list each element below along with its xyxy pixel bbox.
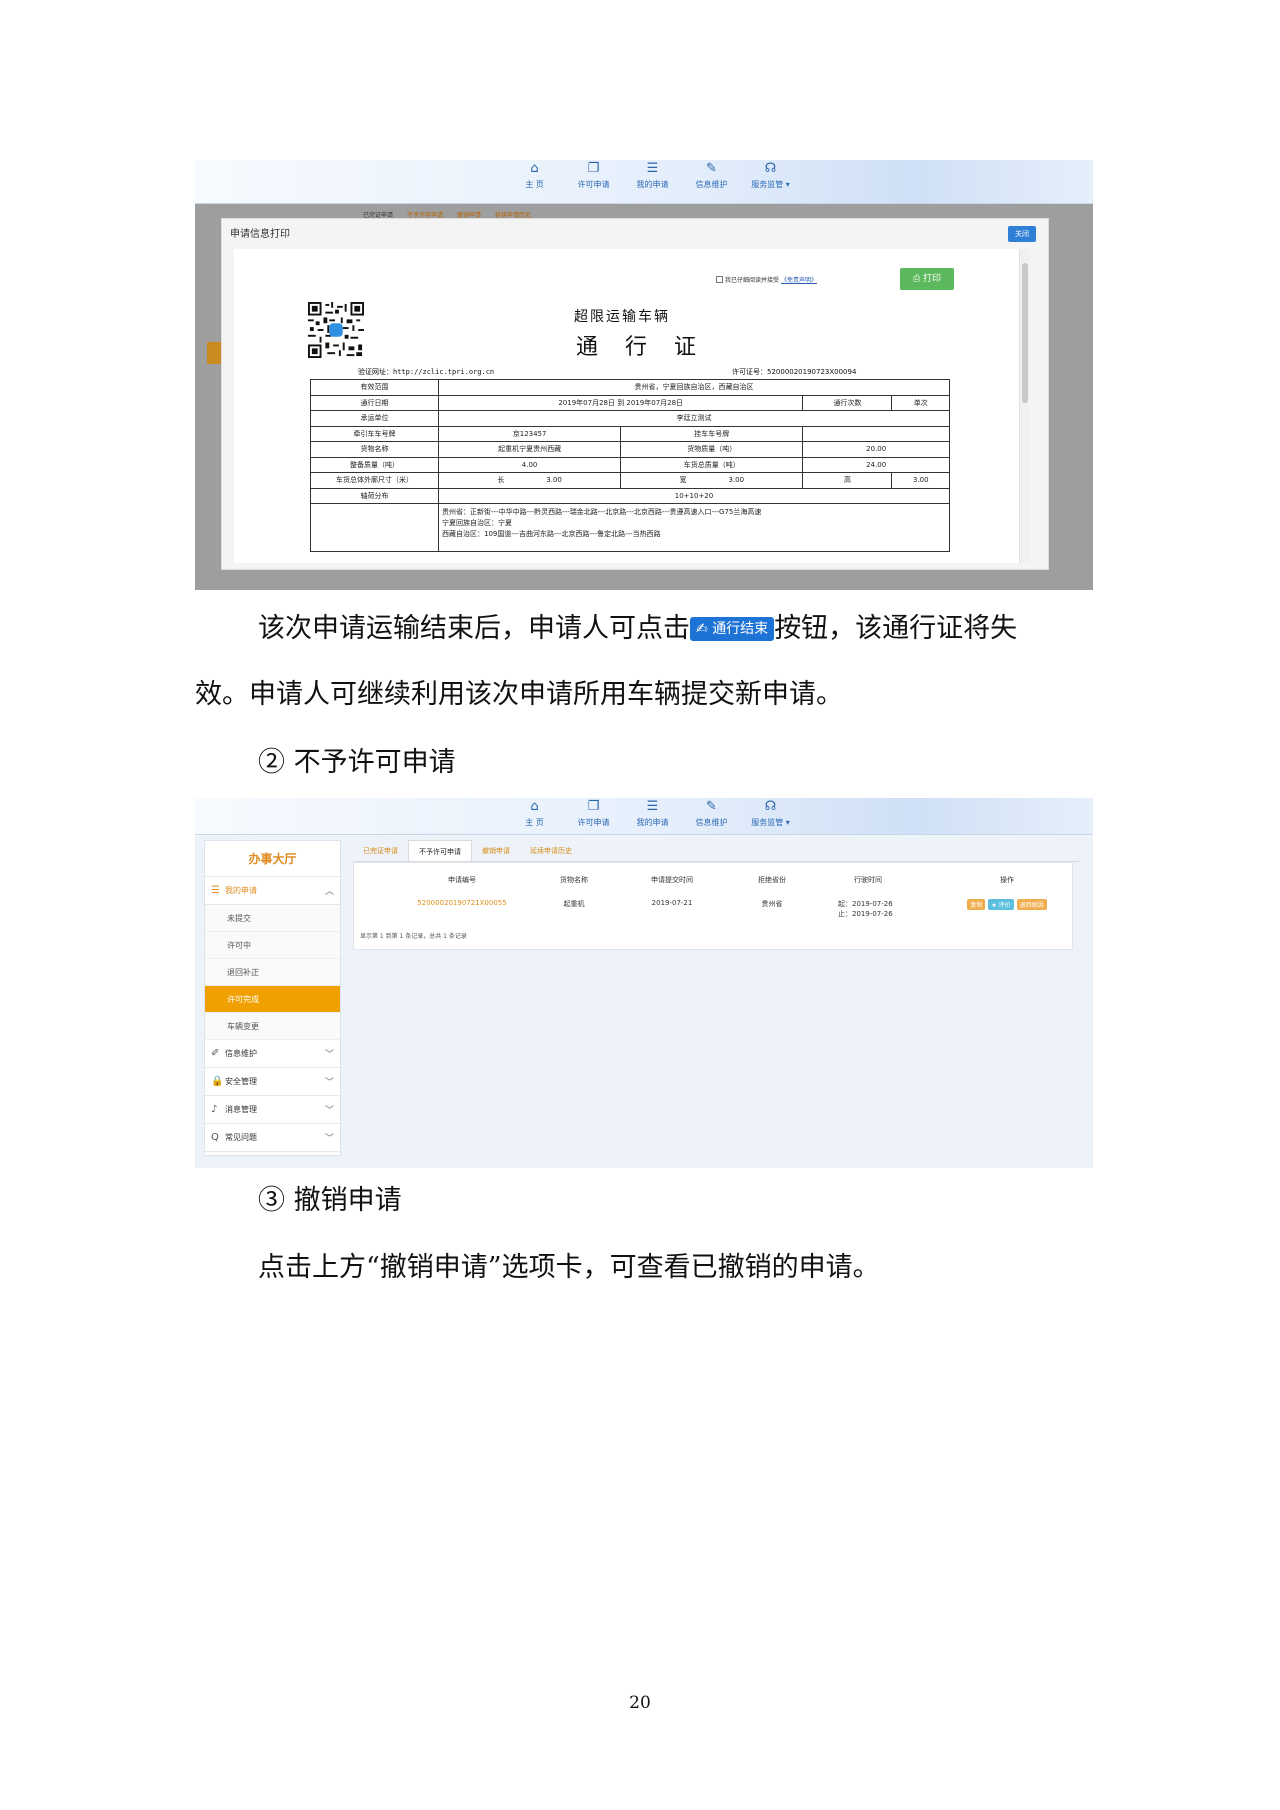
scroll-thumb[interactable]	[1022, 263, 1028, 403]
close-button[interactable]: 关闭	[1008, 226, 1036, 242]
printer-icon: ⎙	[912, 274, 924, 284]
sidebar-item-permit-done[interactable]: 许可完成	[205, 986, 340, 1013]
sidebar-item-vehicle-change[interactable]: 车辆变更	[205, 1013, 340, 1040]
sidebar-item-unsubmitted[interactable]: 未提交	[205, 905, 340, 932]
headset-icon: ☊	[764, 799, 777, 814]
copy-icon: ❐	[587, 799, 600, 814]
chevron-up-icon: ︿	[324, 887, 334, 897]
lock-icon: 🔒	[211, 1076, 224, 1087]
verify-url: 验证网址：http://zclic.tpri.org.cn	[358, 368, 495, 376]
sidebar-group-messages[interactable]: ♪ 消息管理 ﹀	[205, 1096, 340, 1124]
tab-extension-history[interactable]: 延续申请历史	[520, 840, 582, 861]
modal-title: 申请信息打印	[230, 229, 290, 240]
home-icon: ⌂	[530, 161, 539, 176]
rate-button[interactable]: ★ 评价	[988, 899, 1014, 910]
page-number: 20	[629, 1693, 651, 1713]
print-dialog-screenshot: ⌂ 主 页 ❐ 许可申请 ☰ 我的申请 ✎ 信息维护 ☊ 服务监管 ▾ 已完证申请 不予许…	[195, 160, 1093, 590]
print-button[interactable]: ⎙ 打印	[900, 268, 954, 290]
nav-permit-apply[interactable]: ❐ 许可申请	[564, 800, 623, 828]
return-reason-button[interactable]: 退回原因	[1016, 899, 1047, 910]
sidebar-title: 办事大厅	[205, 841, 340, 877]
chevron-down-icon: ﹀	[324, 1078, 334, 1088]
chevron-down-icon: ﹀	[324, 1106, 334, 1116]
question-icon: Q	[211, 1132, 219, 1143]
bell-icon: ♪	[211, 1104, 218, 1115]
menu-icon: ☰	[211, 885, 220, 896]
sidebar-group-my-apply[interactable]: ☰ 我的申请 ︿	[205, 877, 340, 905]
nav-my-apply[interactable]: ☰ 我的申请	[623, 800, 682, 828]
sidebar-group-faq[interactable]: Q 常见问题 ﹀	[205, 1124, 340, 1152]
end-icon: ✍	[696, 621, 713, 637]
tab-bar: 已完证申请 不予许可申请 撤销申请 延续申请历史	[353, 840, 1081, 862]
list-icon: ☰	[646, 161, 659, 176]
rejected-list-screenshot: ⌂ 主 页 ❐ 许可申请 ☰ 我的申请 ✎ 信息维护 ☊ 服务监管 ▾ 办事大厅 ☰ 我的…	[195, 798, 1093, 1168]
headset-icon: ☊	[764, 161, 777, 176]
nav-service[interactable]: ☊ 服务监管 ▾	[741, 162, 800, 190]
table-row: 有效范围 贵州省，宁夏回族自治区，西藏自治区	[310, 379, 950, 396]
tab-completed[interactable]: 已完证申请	[353, 840, 408, 861]
background-sidebar-highlight	[207, 342, 221, 364]
route-cell: 贵州省：正新街---中华中路---黔灵西路---瑞金北路---北京路---北京西…	[438, 503, 950, 552]
qr-code-icon	[308, 302, 364, 358]
chevron-down-icon: ﹀	[324, 1134, 334, 1144]
sidebar-item-returned[interactable]: 退回补正	[205, 959, 340, 986]
permit-number: 许可证号：52000020190723X00094	[732, 368, 857, 376]
nav-service[interactable]: ☊ 服务监管 ▾	[741, 800, 800, 828]
end-travel-button: ✍ 通行结束	[690, 617, 775, 641]
nav-permit-apply[interactable]: ❐ 许可申请	[564, 162, 623, 190]
paragraph-3: 点击上方“撤销申请”选项卡，可查看已撤销的申请。	[258, 1252, 880, 1283]
main-content: 已完证申请 不予许可申请 撤销申请 延续申请历史 申请编号 货物名称 申请提交时…	[353, 840, 1081, 950]
paragraph-1-line-1: 该次申请运输结束后，申请人可点击 ✍ 通行结束 按钮，该通行证将失	[258, 613, 1018, 644]
document-title: 超限运输车辆	[574, 309, 670, 325]
top-navigation: ⌂ 主 页 ❐ 许可申请 ☰ 我的申请 ✎ 信息维护 ☊ 服务监管 ▾	[195, 160, 1093, 204]
document-subtitle: 通 行 证	[576, 335, 706, 360]
table-row: 车货总体外廓尺寸（米） 长 3.00 宽 3.00 高 3.00	[310, 472, 950, 489]
top-navigation: ⌂ 主 页 ❐ 许可申请 ☰ 我的申请 ✎ 信息维护 ☊ 服务监管 ▾	[195, 798, 1093, 835]
nav-info-maintain[interactable]: ✎ 信息维护	[682, 800, 741, 828]
sidebar-group-security[interactable]: 🔒 安全管理 ﹀	[205, 1068, 340, 1096]
agree-checkbox-row[interactable]: 我已仔细阅读并接受 《免责声明》	[716, 275, 817, 284]
print-modal: 申请信息打印 关闭 我已仔细阅读并接受 《免责声明》 ⎙ 打印 超限运输车辆 通…	[221, 218, 1049, 570]
nav-home[interactable]: ⌂ 主 页	[505, 162, 564, 190]
pagination-info: 显示第 1 到第 1 条记录，总共 1 条记录	[360, 933, 467, 940]
tab-rejected[interactable]: 不予许可申请	[408, 840, 472, 861]
sidebar: 办事大厅 ☰ 我的申请 ︿ 未提交 许可中 退回补正 许可完成 车辆变更 ✐ 信…	[204, 840, 341, 1156]
nav-home[interactable]: ⌂ 主 页	[505, 800, 564, 828]
section-heading-2: ② 不予许可申请	[258, 747, 456, 778]
tab-revoked[interactable]: 撤销申请	[472, 840, 520, 861]
copy-button[interactable]: 复制	[967, 899, 986, 910]
table-row: 整备质量（吨） 4.00 车货总质量（吨） 24.00	[310, 456, 950, 473]
table-row: 轴荷分布 10+10+20	[310, 487, 950, 504]
permit-table: 有效范围 贵州省，宁夏回族自治区，西藏自治区 通行日期 2019年07月28日 …	[310, 379, 950, 552]
nav-info-maintain[interactable]: ✎ 信息维护	[682, 162, 741, 190]
agree-checkbox[interactable]	[716, 276, 723, 283]
edit-icon: ✎	[706, 161, 717, 176]
table-row: 贵州省：正新街---中华中路---黔灵西路---瑞金北路---北京路---北京西…	[310, 503, 950, 552]
disclaimer-link[interactable]: 《免责声明》	[781, 275, 817, 284]
application-id-link[interactable]: 52000020190721X00055	[406, 899, 518, 907]
wrench-icon: ✐	[211, 1048, 220, 1059]
sidebar-group-info[interactable]: ✐ 信息维护 ﹀	[205, 1040, 340, 1068]
table-row: 货物名称 起重机宁夏贵州西藏 货物质量（吨） 20.00	[310, 441, 950, 458]
chevron-down-icon: ﹀	[324, 1050, 334, 1060]
application-table: 申请编号 货物名称 申请提交时间 拒绝省份 行驶时间 操作 5200002019…	[353, 862, 1073, 950]
table-row: 牵引车车号牌 京123457 挂车车号牌	[310, 425, 950, 442]
table-row: 承运单位 李廷立测试	[310, 410, 950, 427]
section-heading-3: ③ 撤销申请	[258, 1185, 402, 1216]
scrollbar[interactable]	[1019, 249, 1029, 563]
edit-icon: ✎	[706, 799, 717, 814]
paragraph-1-line-2: 效。申请人可继续利用该次申请所用车辆提交新申请。	[195, 679, 843, 710]
sidebar-item-in-permit[interactable]: 许可中	[205, 932, 340, 959]
permit-document: 我已仔细阅读并接受 《免责声明》 ⎙ 打印 超限运输车辆 通 行 证 验证网址：…	[234, 249, 1029, 563]
copy-icon: ❐	[587, 161, 600, 176]
list-icon: ☰	[646, 799, 659, 814]
nav-my-apply[interactable]: ☰ 我的申请	[623, 162, 682, 190]
home-icon: ⌂	[530, 799, 539, 814]
table-row: 通行日期 2019年07月28日 到 2019年07月28日 通行次数 单次	[310, 394, 950, 411]
